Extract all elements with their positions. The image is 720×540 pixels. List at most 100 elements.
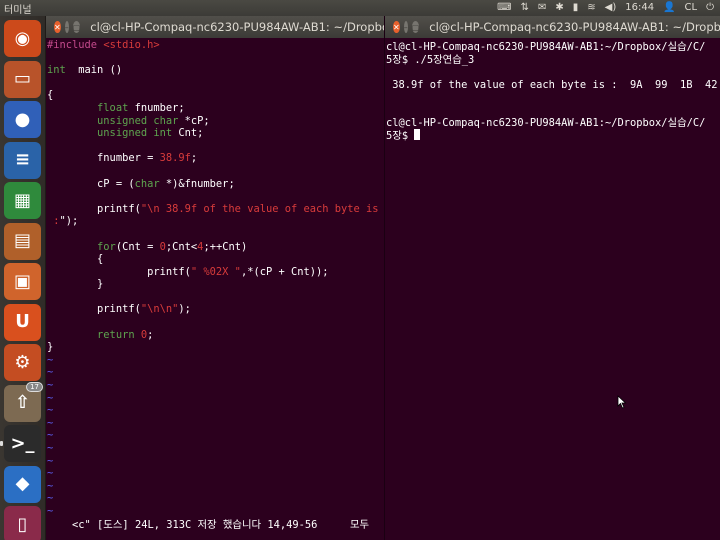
writer-icon[interactable]: ≡: [4, 141, 41, 179]
maximize-button[interactable]: ▢: [411, 21, 420, 33]
code-line: unsigned int Cnt;: [97, 127, 204, 140]
empty-line-marker: ~: [47, 479, 54, 492]
vim-status-position: 모두: [350, 519, 370, 531]
code-line: for(Cnt = 0;Cnt<4;++Cnt): [97, 240, 248, 253]
terminal-titlebar[interactable]: ✕ – ▢ cl@cl-HP-Compaq-nc6230-PU984AW-AB1…: [385, 16, 720, 38]
minimize-button[interactable]: –: [403, 21, 408, 33]
empty-line-marker: ~: [47, 492, 54, 505]
dash-home-icon[interactable]: ◉: [4, 20, 41, 57]
top-panel: 터미널 ⌨ ⇅ ✉ ✱ ▮ ≋ ◀) 16:44 👤 CL ⏻: [0, 0, 720, 16]
close-button[interactable]: ✕: [393, 21, 400, 33]
files-icon[interactable]: ▭: [4, 60, 41, 98]
code-line: fnumber = 38.9f;: [47, 152, 198, 165]
indicator-area: ⌨ ⇅ ✉ ✱ ▮ ≋ ◀) 16:44 👤 CL ⏻: [497, 0, 720, 16]
code-line: float fnumber;: [97, 101, 185, 114]
firefox-glyph: ●: [14, 108, 31, 130]
empty-line-marker: ~: [47, 416, 54, 429]
code-line: printf("\n\n");: [47, 303, 191, 316]
keyboard-icon[interactable]: ⌨: [497, 0, 511, 16]
empty-line-marker: ~: [47, 429, 54, 442]
mouse-pointer-icon: [617, 395, 627, 409]
update-manager-glyph: ⇧: [14, 392, 31, 413]
impress-glyph: ▤: [13, 230, 31, 251]
clock[interactable]: 16:44: [625, 0, 654, 16]
dropbox-icon[interactable]: ◆: [4, 465, 41, 503]
terminal-line: 5장$ ./5장연습_3: [386, 53, 475, 66]
indicator-icons: ⌨ ⇅ ✉ ✱ ▮ ≋ ◀): [497, 0, 616, 16]
update-manager-icon[interactable]: ⇧ 17: [4, 381, 43, 422]
dropbox-glyph: ◆: [15, 473, 30, 494]
vim-buffer[interactable]: #include <stdio.h> int main () { float f…: [46, 38, 384, 518]
sync-icon[interactable]: ⇅: [521, 0, 529, 16]
user-icon[interactable]: 👤: [663, 0, 675, 16]
battery-icon[interactable]: ▮: [573, 0, 579, 16]
user-name[interactable]: CL: [685, 0, 698, 16]
code-line: return 0;: [97, 328, 154, 341]
mail-icon[interactable]: ✉: [538, 0, 546, 16]
empty-line-marker: ~: [47, 442, 54, 454]
terminal-window-title: cl@cl-HP-Compaq-nc6230-PU984AW-AB1: ~/Dr…: [429, 20, 720, 34]
empty-line-marker: ~: [47, 391, 54, 404]
code-line: unsigned char *cP;: [97, 114, 210, 127]
code-line: printf("\n 38.9f of the value of each by…: [47, 202, 379, 215]
calc-glyph: ▦: [13, 189, 31, 211]
empty-line-marker: ~: [47, 353, 54, 366]
text-cursor: [414, 129, 421, 141]
running-indicator: [0, 441, 3, 446]
code-line: printf(" %02X ",*(cP + Cnt));: [47, 265, 329, 278]
terminal-window[interactable]: ✕ – ▢ cl@cl-HP-Compaq-nc6230-PU984AW-AB1…: [384, 16, 720, 540]
minimize-button[interactable]: –: [64, 21, 69, 33]
code-line: :");: [47, 215, 79, 228]
code-line: }: [47, 341, 54, 354]
code-line: int main (): [47, 64, 123, 77]
close-button[interactable]: ✕: [54, 21, 61, 33]
ubuntu-one-icon[interactable]: U: [4, 303, 41, 341]
empty-line-marker: ~: [47, 379, 54, 392]
empty-line-marker: ~: [47, 504, 54, 517]
terminal-icon[interactable]: >_: [4, 425, 41, 462]
editor-window[interactable]: ✕ – ▢ cl@cl-HP-Compaq-nc6230-PU984AW-AB1…: [46, 16, 384, 540]
code-line: #include <stdio.h>: [47, 39, 160, 51]
terminal-line: cl@cl-HP-Compaq-nc6230-PU984AW-AB1:~/Dro…: [386, 41, 706, 53]
code-line: }: [47, 278, 104, 291]
empty-line-marker: ~: [47, 366, 54, 379]
update-count-badge: 17: [26, 381, 43, 392]
volume-icon[interactable]: ◀): [605, 0, 617, 16]
files-glyph: ▭: [13, 68, 31, 89]
firefox-icon[interactable]: ●: [4, 101, 41, 138]
terminal-line: cl@cl-HP-Compaq-nc6230-PU984AW-AB1:~/Dro…: [386, 116, 706, 129]
maximize-button[interactable]: ▢: [72, 21, 81, 33]
vim-status-line: <c" [도스] 24L, 313C 저장 했습니다 14,49-56 모두: [46, 519, 384, 532]
terminal-output[interactable]: cl@cl-HP-Compaq-nc6230-PU984AW-AB1:~/Dro…: [385, 38, 720, 143]
impress-icon[interactable]: ▤: [4, 222, 41, 260]
terminal-line: 5장$: [386, 129, 720, 143]
software-center-icon[interactable]: ▣: [4, 263, 41, 300]
terminal-glyph: >_: [10, 432, 35, 454]
dash-home-glyph: ◉: [14, 27, 31, 49]
trash-icon[interactable]: ▯: [4, 506, 41, 540]
settings-icon[interactable]: ⚙: [4, 344, 41, 381]
ubuntu-one-glyph: U: [15, 311, 30, 332]
settings-glyph: ⚙: [14, 351, 31, 373]
writer-glyph: ≡: [14, 149, 31, 170]
calc-icon[interactable]: ▦: [4, 182, 41, 219]
active-app-title: 터미널: [4, 4, 32, 16]
bluetooth-icon[interactable]: ✱: [555, 0, 563, 16]
empty-line-marker: ~: [47, 454, 54, 467]
editor-titlebar[interactable]: ✕ – ▢ cl@cl-HP-Compaq-nc6230-PU984AW-AB1…: [46, 16, 384, 38]
wifi-icon[interactable]: ≋: [587, 0, 595, 16]
trash-glyph: ▯: [17, 513, 28, 535]
empty-line-marker: ~: [47, 467, 54, 480]
terminal-line: 38.9f of the value of each byte is : 9A …: [386, 78, 718, 91]
code-line: cP = (char *)&fnumber;: [47, 177, 235, 190]
power-icon[interactable]: ⏻: [706, 0, 714, 16]
